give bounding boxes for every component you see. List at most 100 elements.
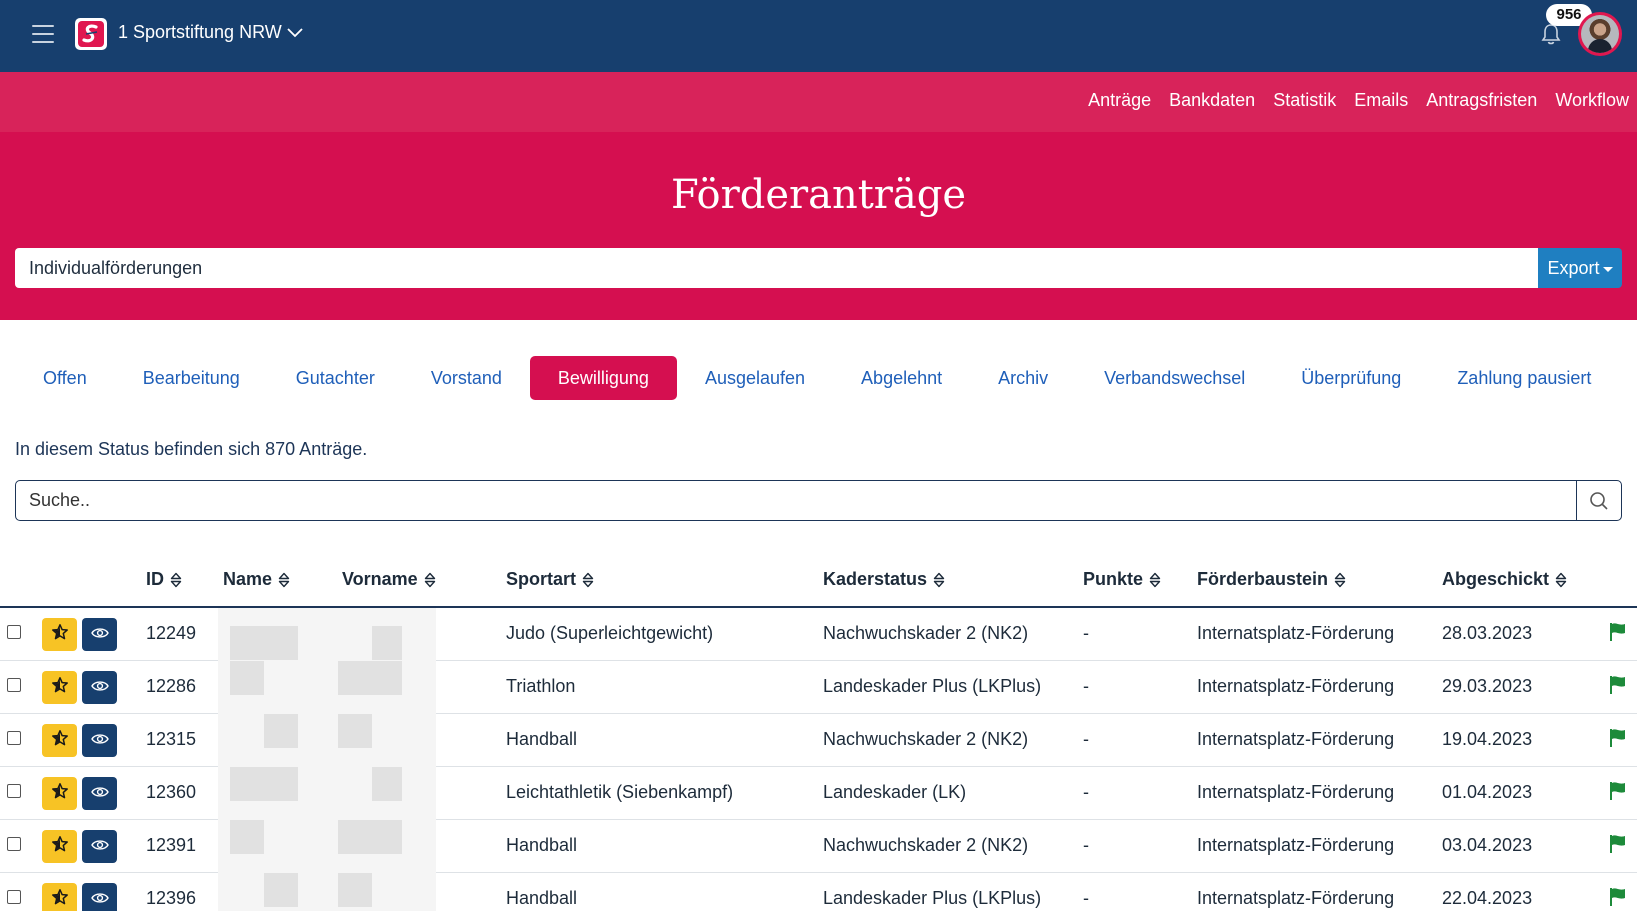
table-row: 12391 Handball Nachwuchskader 2 (NK2) - Inte… xyxy=(0,820,1637,873)
column-header-id[interactable]: ID xyxy=(146,569,182,590)
cell-punkte: - xyxy=(1083,835,1089,855)
cell-punkte: - xyxy=(1083,729,1089,749)
program-select[interactable]: Individualförderungen xyxy=(15,248,1539,288)
star-icon xyxy=(51,676,69,699)
organization-name: 1 Sportstiftung NRW xyxy=(118,22,282,42)
search-button[interactable] xyxy=(1576,481,1621,520)
favorite-button[interactable] xyxy=(42,830,77,863)
flag-icon[interactable] xyxy=(1609,622,1627,647)
tab-bewilligung[interactable]: Bewilligung xyxy=(529,356,677,400)
nav-link-workflow[interactable]: Workflow xyxy=(1555,90,1629,111)
tab-gutachter[interactable]: Gutachter xyxy=(268,356,403,400)
nav-link-emails[interactable]: Emails xyxy=(1354,90,1408,111)
column-header-name[interactable]: Name xyxy=(223,569,290,590)
column-header-foerderbaustein[interactable]: Förderbaustein xyxy=(1197,569,1346,590)
view-button[interactable] xyxy=(82,883,117,911)
table-row: 12315 Handball Nachwuchskader 2 (NK2) - Inte… xyxy=(0,714,1637,767)
row-checkbox[interactable] xyxy=(7,837,21,851)
column-header-label: Kaderstatus xyxy=(823,569,928,589)
tab-bearbeitung[interactable]: Bearbeitung xyxy=(115,356,268,400)
row-checkbox[interactable] xyxy=(7,890,21,904)
redacted-name-cells xyxy=(218,767,436,820)
organization-switcher[interactable]: 1 Sportstiftung NRW xyxy=(118,22,304,43)
tab-zahlung-pausiert[interactable]: Zahlung pausiert xyxy=(1429,356,1619,400)
flag-icon[interactable] xyxy=(1609,675,1627,700)
nav-link-bankdaten[interactable]: Bankdaten xyxy=(1169,90,1255,111)
nav-link-statistik[interactable]: Statistik xyxy=(1273,90,1336,111)
search-bar xyxy=(15,480,1622,521)
tab-ausgelaufen[interactable]: Ausgelaufen xyxy=(677,356,833,400)
eye-icon xyxy=(90,626,109,644)
column-header-label: Name xyxy=(223,569,273,589)
sort-icon xyxy=(278,571,290,589)
sort-icon xyxy=(933,571,945,589)
flag-icon[interactable] xyxy=(1609,834,1627,859)
favorite-button[interactable] xyxy=(42,777,77,810)
column-header-punkte[interactable]: Punkte xyxy=(1083,569,1161,590)
tab-überprüfung[interactable]: Überprüfung xyxy=(1273,356,1429,400)
row-checkbox[interactable] xyxy=(7,731,21,745)
view-button[interactable] xyxy=(82,777,117,810)
table-header: ID Name Vorname Sportart Kaderstatus Punkte Fö… xyxy=(0,556,1637,608)
cell-id: 12249 xyxy=(146,623,197,643)
sportstiftung-logo[interactable] xyxy=(75,18,107,50)
cell-id: 12315 xyxy=(146,729,197,749)
flag-icon[interactable] xyxy=(1609,728,1627,753)
cell-kaderstatus: Nachwuchskader 2 (NK2) xyxy=(823,835,1029,855)
column-header-sportart[interactable]: Sportart xyxy=(506,569,594,590)
tab-verbandswechsel[interactable]: Verbandswechsel xyxy=(1076,356,1273,400)
tab-abgelehnt[interactable]: Abgelehnt xyxy=(833,356,970,400)
cell-abgeschickt: 29.03.2023 xyxy=(1442,676,1533,696)
status-tabs: Offen Bearbeitung Gutachter Vorstand Bewilli… xyxy=(15,356,1619,400)
cell-kaderstatus: Landeskader (LK) xyxy=(823,782,967,802)
column-header-kaderstatus[interactable]: Kaderstatus xyxy=(823,569,945,590)
flag-icon[interactable] xyxy=(1609,887,1627,911)
favorite-button[interactable] xyxy=(42,618,77,651)
cell-punkte: - xyxy=(1083,782,1089,802)
cell-foerderbaustein: Internatsplatz-Förderung xyxy=(1197,888,1395,908)
page-header: Förderanträge Individualförderungen Expo… xyxy=(0,132,1637,320)
search-input[interactable] xyxy=(16,481,1576,520)
avatar[interactable] xyxy=(1578,12,1622,56)
nav-link-antragsfristen[interactable]: Antragsfristen xyxy=(1426,90,1537,111)
redacted-name-cells xyxy=(218,820,436,873)
column-header-label: Sportart xyxy=(506,569,577,589)
search-icon xyxy=(1590,491,1608,510)
table-row: 12360 Leichtathletik (Siebenkampf) Landesk… xyxy=(0,767,1637,820)
row-checkbox[interactable] xyxy=(7,625,21,639)
flag-icon[interactable] xyxy=(1609,781,1627,806)
redacted-name-cells xyxy=(218,608,436,661)
hamburger-icon[interactable] xyxy=(32,25,54,43)
export-button[interactable]: Export xyxy=(1538,248,1622,288)
eye-icon xyxy=(90,838,109,856)
cell-sportart: Handball xyxy=(506,835,578,855)
tab-archiv[interactable]: Archiv xyxy=(970,356,1076,400)
column-header-label: ID xyxy=(146,569,164,589)
eye-icon xyxy=(90,891,109,909)
view-button[interactable] xyxy=(82,724,117,757)
view-button[interactable] xyxy=(82,830,117,863)
star-icon xyxy=(51,623,69,646)
view-button[interactable] xyxy=(82,618,117,651)
sort-icon xyxy=(1555,571,1567,589)
sort-icon xyxy=(1334,571,1346,589)
applications-table: ID Name Vorname Sportart Kaderstatus Punkte Fö… xyxy=(0,556,1637,911)
favorite-button[interactable] xyxy=(42,724,77,757)
favorite-button[interactable] xyxy=(42,883,77,911)
nav-link-anträge[interactable]: Anträge xyxy=(1088,90,1151,111)
row-checkbox[interactable] xyxy=(7,784,21,798)
view-button[interactable] xyxy=(82,671,117,704)
column-header-label: Förderbaustein xyxy=(1197,569,1329,589)
column-header-abgeschickt[interactable]: Abgeschickt xyxy=(1442,569,1567,590)
row-checkbox[interactable] xyxy=(7,678,21,692)
cell-kaderstatus: Nachwuchskader 2 (NK2) xyxy=(823,729,1029,749)
cell-kaderstatus: Landeskader Plus (LKPlus) xyxy=(823,676,1042,696)
redacted-name-cells xyxy=(218,714,436,767)
column-header-vorname[interactable]: Vorname xyxy=(342,569,436,590)
star-icon xyxy=(51,782,69,805)
tab-offen[interactable]: Offen xyxy=(15,356,115,400)
cell-sportart: Leichtathletik (Siebenkampf) xyxy=(506,782,734,802)
favorite-button[interactable] xyxy=(42,671,77,704)
column-header-label: Vorname xyxy=(342,569,418,589)
tab-vorstand[interactable]: Vorstand xyxy=(403,356,530,400)
